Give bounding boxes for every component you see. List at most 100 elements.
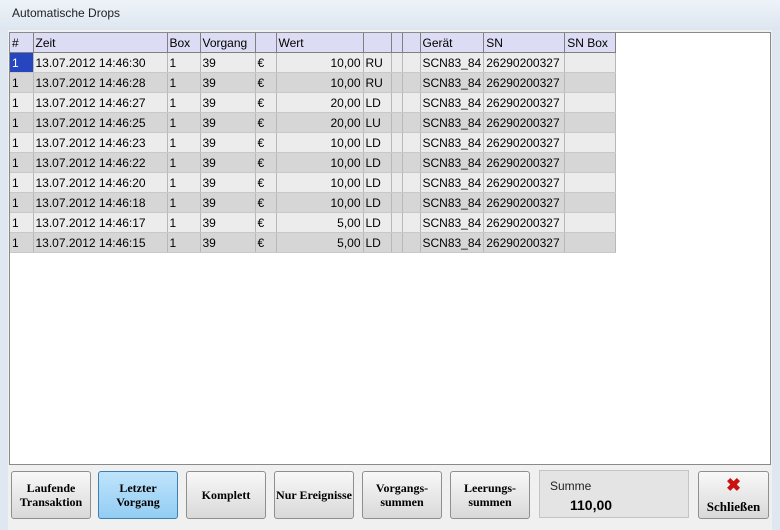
table-cell: RU	[363, 52, 392, 73]
table-cell: 26290200327	[483, 152, 566, 173]
table-row[interactable]: 1 13.07.2012 14:46:23 1 39 €10,00 LD SCN83_84 2…	[10, 132, 617, 153]
table-cell: 10,00	[276, 172, 364, 193]
table-cell	[391, 52, 403, 73]
table-cell: LD	[363, 192, 392, 213]
column-header-number[interactable]: #	[10, 33, 34, 53]
column-header-blank-2[interactable]	[402, 33, 421, 53]
table-cell: 39	[200, 172, 256, 193]
table-cell: 26290200327	[483, 212, 566, 233]
table-cell: 1	[10, 92, 34, 113]
table-cell: €	[255, 212, 277, 233]
column-header-wert[interactable]: Wert	[276, 33, 364, 53]
drops-table: # Zeit Box Vorgang Wert Gerät SN SN Box …	[10, 33, 617, 253]
column-header-vorgang[interactable]: Vorgang	[200, 33, 256, 53]
table-cell: 26290200327	[483, 172, 566, 193]
table-cell: LD	[363, 92, 392, 113]
nur-ereignisse-button[interactable]: Nur Ereignisse	[274, 471, 354, 519]
table-cell: 1	[167, 232, 201, 253]
table-cell: €	[255, 52, 277, 73]
table-row[interactable]: 1 13.07.2012 14:46:22 1 39 €10,00 LD SCN83_84 2…	[10, 152, 617, 173]
column-header-sn[interactable]: SN	[483, 33, 566, 53]
schliessen-button[interactable]: ✖ Schließen	[698, 471, 769, 519]
letzter-vorgang-button[interactable]: Letzter Vorgang	[98, 471, 178, 519]
table-cell	[391, 172, 403, 193]
table-cell: 1	[10, 132, 34, 153]
table-cell: 1	[167, 72, 201, 93]
column-header-currency[interactable]	[255, 33, 277, 53]
laufende-transaktion-button[interactable]: Laufende Transaktion	[11, 471, 91, 519]
table-cell: 39	[200, 212, 256, 233]
komplett-button[interactable]: Komplett	[186, 471, 266, 519]
table-cell	[402, 152, 421, 173]
table-cell	[564, 132, 617, 153]
table-cell: €	[255, 132, 277, 153]
vorgangssummen-button[interactable]: Vorgangs- summen	[362, 471, 442, 519]
table-cell: SCN83_84	[420, 132, 485, 153]
column-header-code[interactable]	[363, 33, 392, 53]
table-cell: 13.07.2012 14:46:18	[33, 192, 168, 213]
table-cell: 13.07.2012 14:46:20	[33, 172, 168, 193]
table-cell: 1	[167, 192, 201, 213]
table-cell: SCN83_84	[420, 52, 485, 73]
table-cell: 10,00	[276, 192, 364, 213]
table-cell: €	[255, 92, 277, 113]
table-row[interactable]: 1 13.07.2012 14:46:27 1 39 €20,00 LD SCN83_84 2…	[10, 92, 617, 113]
window-border-right	[772, 30, 780, 530]
table-cell: 39	[200, 132, 256, 153]
table-cell	[564, 192, 617, 213]
bottom-toolbar: Laufende Transaktion Letzter Vorgang Kom…	[9, 465, 771, 525]
table-cell: 13.07.2012 14:46:23	[33, 132, 168, 153]
table-cell: 1	[167, 152, 201, 173]
table-cell: 39	[200, 232, 256, 253]
table-cell	[402, 52, 421, 73]
table-row[interactable]: 1 13.07.2012 14:46:20 1 39 €10,00 LD SCN83_84 2…	[10, 172, 617, 193]
table-cell: 26290200327	[483, 192, 566, 213]
table-row[interactable]: 1 13.07.2012 14:46:30 1 39 €10,00 RU SCN83_84 2…	[10, 52, 617, 73]
table-cell: 1	[10, 232, 34, 253]
table-cell	[402, 112, 421, 133]
table-cell: 13.07.2012 14:46:28	[33, 72, 168, 93]
table-row[interactable]: 1 13.07.2012 14:46:28 1 39 €10,00 RU SCN83_84 2…	[10, 72, 617, 93]
table-cell: 5,00	[276, 232, 364, 253]
table-cell	[391, 232, 403, 253]
table-cell: 13.07.2012 14:46:30	[33, 52, 168, 73]
table-cell: 1	[10, 52, 34, 73]
table-cell	[402, 172, 421, 193]
table-cell	[564, 92, 617, 113]
table-row[interactable]: 1 13.07.2012 14:46:15 1 39 €5,00 LD SCN83_84 26…	[10, 232, 617, 253]
table-row[interactable]: 1 13.07.2012 14:46:18 1 39 €10,00 LD SCN83_84 2…	[10, 192, 617, 213]
table-row[interactable]: 1 13.07.2012 14:46:17 1 39 €5,00 LD SCN83_84 26…	[10, 212, 617, 233]
table-cell: SCN83_84	[420, 192, 485, 213]
table-row[interactable]: 1 13.07.2012 14:46:25 1 39 €20,00 LU SCN83_84 2…	[10, 112, 617, 133]
column-header-box[interactable]: Box	[167, 33, 201, 53]
table-cell	[391, 212, 403, 233]
table-cell: 13.07.2012 14:46:27	[33, 92, 168, 113]
table-cell: 20,00	[276, 92, 364, 113]
column-header-geraet[interactable]: Gerät	[420, 33, 485, 53]
table-cell: 10,00	[276, 132, 364, 153]
table-cell: 39	[200, 192, 256, 213]
table-cell: 13.07.2012 14:46:25	[33, 112, 168, 133]
table-cell: 20,00	[276, 112, 364, 133]
table-cell	[391, 112, 403, 133]
table-cell: 10,00	[276, 152, 364, 173]
table-cell	[402, 92, 421, 113]
table-cell: €	[255, 232, 277, 253]
summe-label: Summe	[550, 479, 592, 493]
column-header-sn-box[interactable]: SN Box	[564, 33, 617, 53]
table-cell: 26290200327	[483, 132, 566, 153]
table-cell	[564, 212, 617, 233]
table-cell: RU	[363, 72, 392, 93]
table-cell: 1	[167, 92, 201, 113]
table-cell: 13.07.2012 14:46:17	[33, 212, 168, 233]
drops-grid[interactable]: # Zeit Box Vorgang Wert Gerät SN SN Box …	[9, 32, 771, 465]
summe-value: 110,00	[570, 497, 613, 513]
column-header-blank-1[interactable]	[391, 33, 403, 53]
table-cell: 1	[167, 132, 201, 153]
table-cell	[564, 112, 617, 133]
table-cell: 1	[167, 52, 201, 73]
column-header-zeit[interactable]: Zeit	[33, 33, 168, 53]
table-cell: 39	[200, 52, 256, 73]
table-header-row: # Zeit Box Vorgang Wert Gerät SN SN Box	[10, 33, 617, 53]
leerungssummen-button[interactable]: Leerungs- summen	[450, 471, 530, 519]
